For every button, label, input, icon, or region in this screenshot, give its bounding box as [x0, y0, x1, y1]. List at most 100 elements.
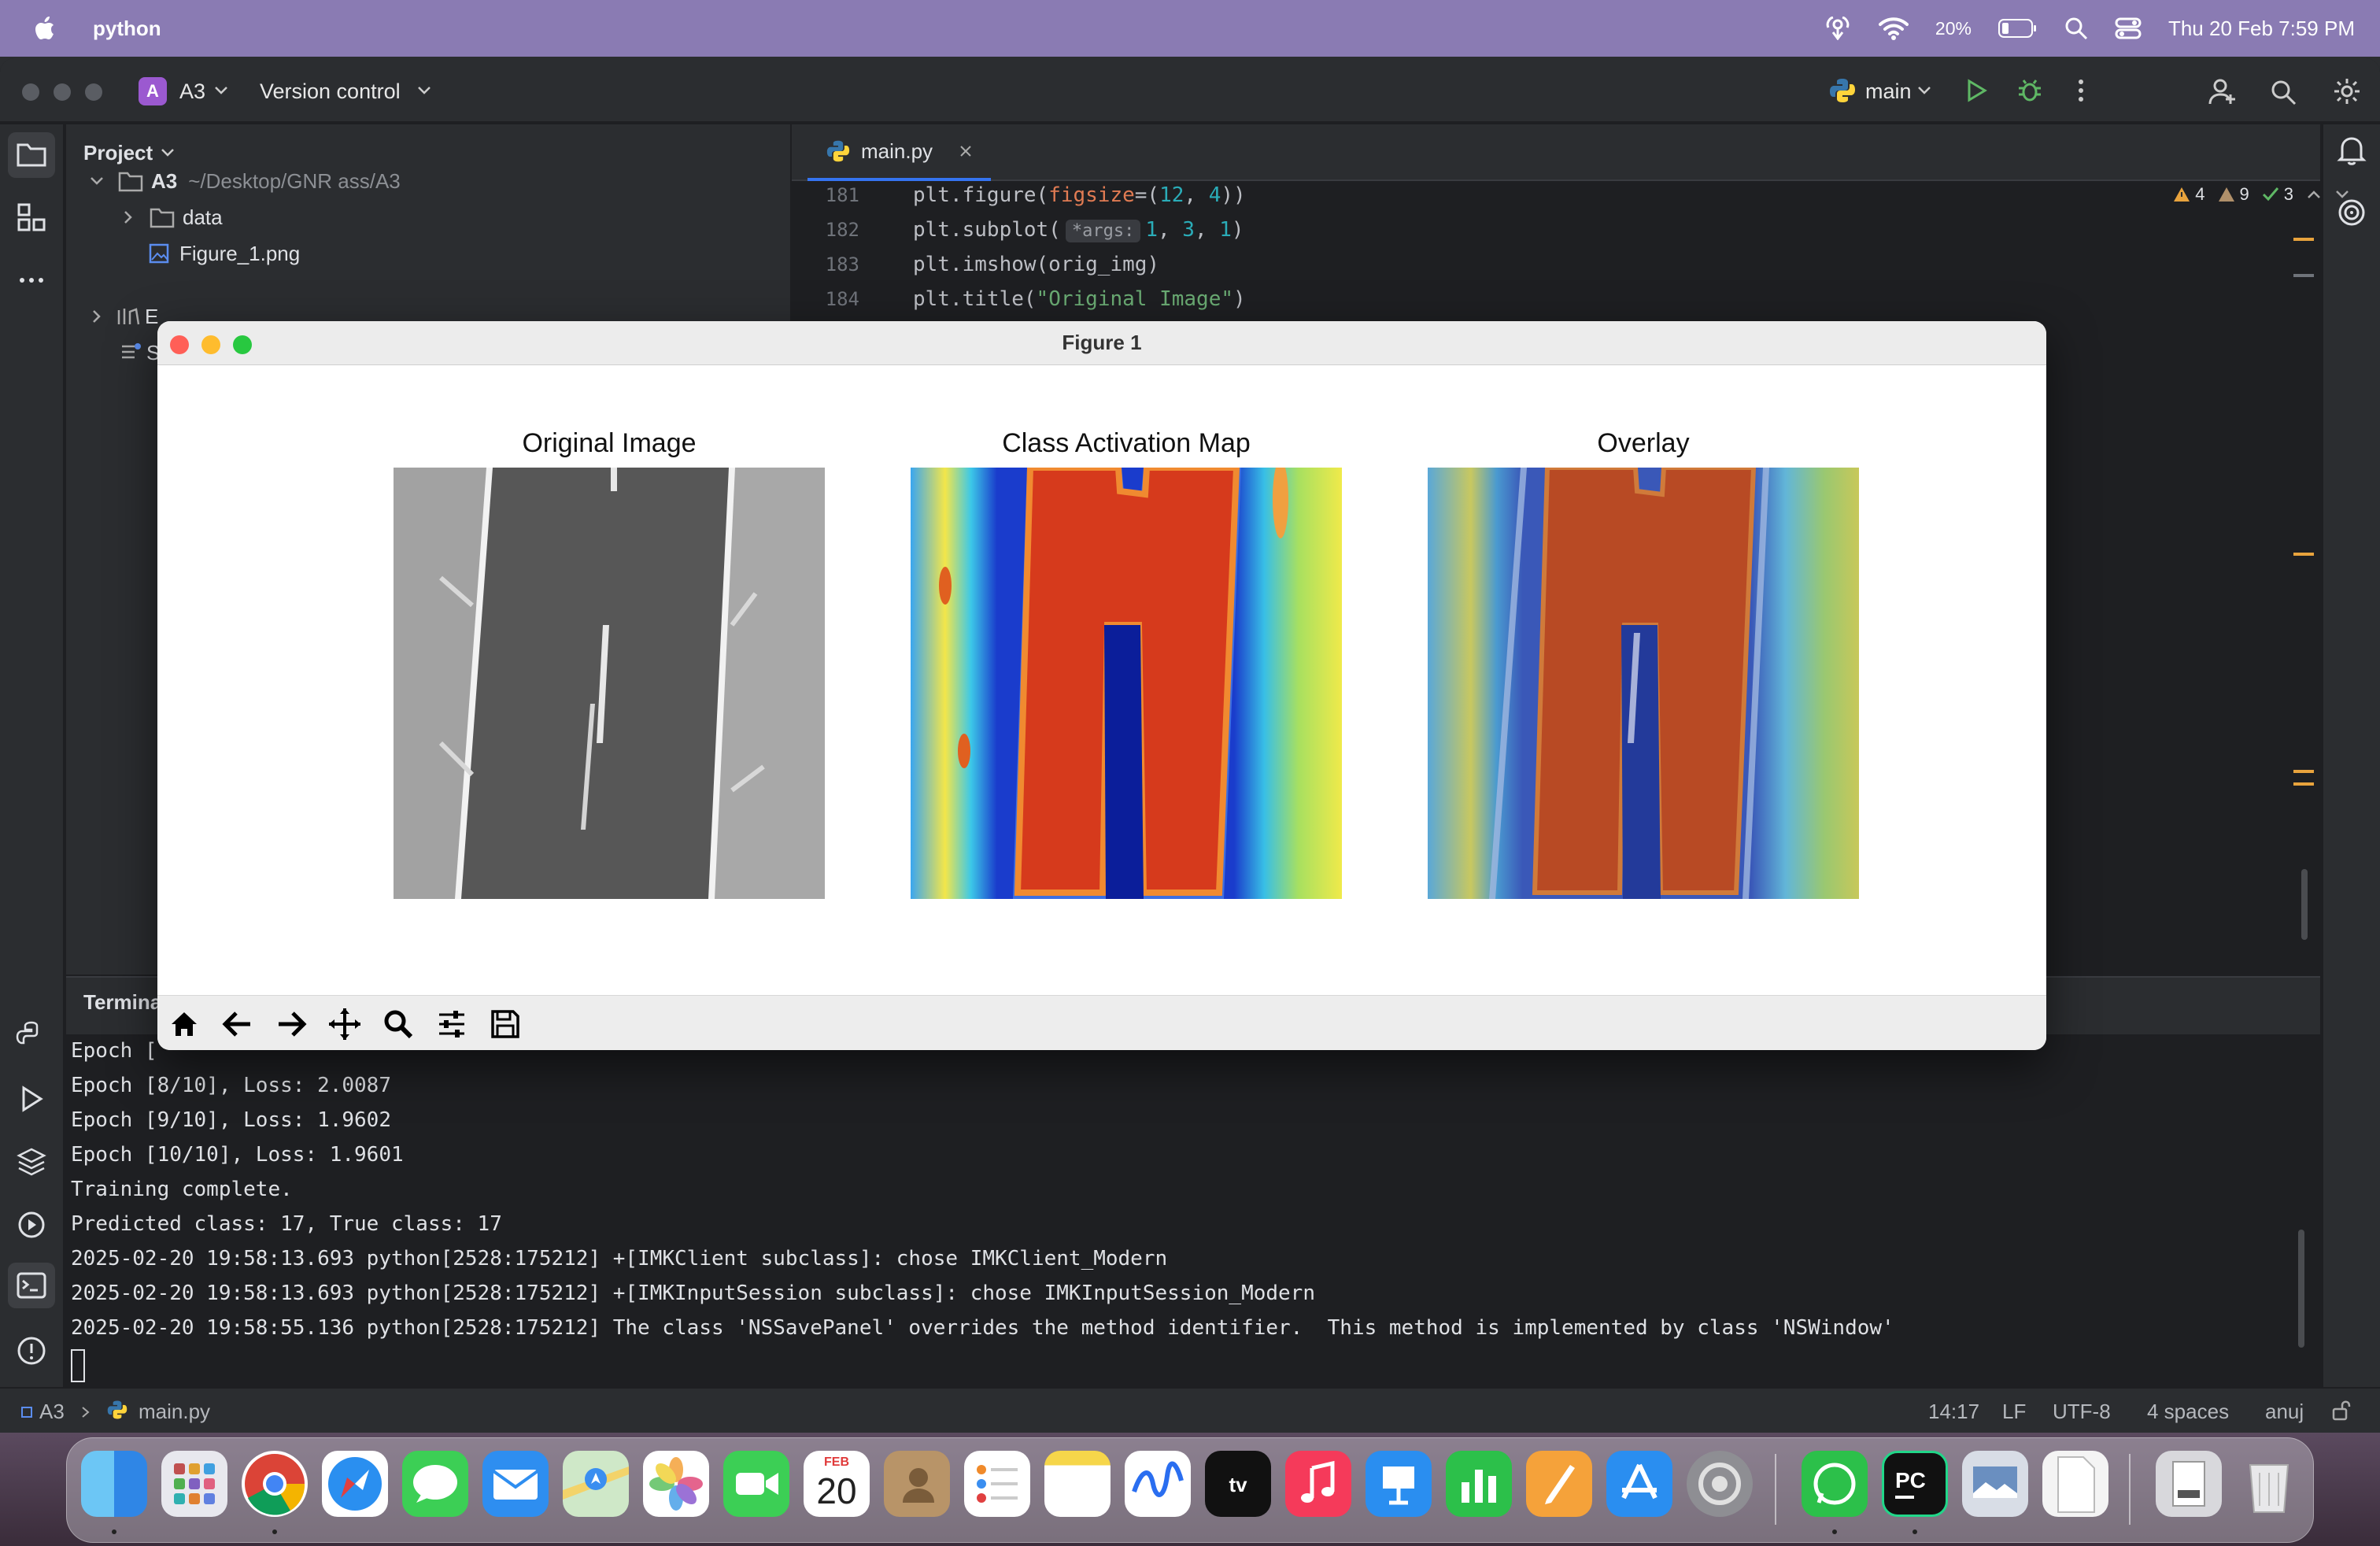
code-line[interactable]: 184 plt.title("Original Image")	[792, 282, 2320, 316]
safari-icon[interactable]	[322, 1451, 388, 1517]
pycharm-icon[interactable]: PC	[1882, 1451, 1948, 1517]
debug-icon[interactable]	[2016, 77, 2043, 104]
gutter-warning-mark[interactable]	[2293, 238, 2314, 241]
project-switcher[interactable]: A3	[179, 76, 205, 107]
inspection-widget[interactable]: 4 9 3	[2173, 184, 2350, 205]
add-user-icon[interactable]	[2208, 77, 2237, 105]
launchpad-icon[interactable]	[161, 1451, 227, 1517]
chevron-down-icon[interactable]	[2334, 189, 2350, 200]
calendar-icon[interactable]: FEB 20	[804, 1451, 870, 1517]
breadcrumb-root[interactable]: A3	[39, 1400, 65, 1424]
downloads-stack-icon[interactable]	[2156, 1451, 2222, 1517]
photos-icon[interactable]	[643, 1451, 709, 1517]
chevron-right-icon[interactable]	[88, 308, 105, 325]
reminders-icon[interactable]	[964, 1451, 1030, 1517]
menu-datetime[interactable]: Thu 20 Feb 7:59 PM	[2168, 17, 2355, 41]
chevron-down-icon[interactable]	[214, 85, 228, 96]
chrome-icon[interactable]	[242, 1451, 308, 1517]
control-center-icon[interactable]	[2115, 17, 2142, 40]
maps-icon[interactable]	[563, 1451, 629, 1517]
chevron-down-icon[interactable]	[1917, 85, 1931, 96]
run-icon[interactable]	[1963, 77, 1990, 104]
notifications-bell-icon[interactable]	[2334, 132, 2369, 167]
caret-position[interactable]: 14:17	[1928, 1400, 1979, 1424]
project-folder-icon[interactable]	[14, 137, 49, 172]
home-icon[interactable]	[162, 1002, 206, 1046]
editor-scrollbar[interactable]	[2301, 869, 2308, 940]
contacts-icon[interactable]	[884, 1451, 950, 1517]
vcs-menu[interactable]: Version control	[260, 76, 401, 107]
music-icon[interactable]	[1285, 1451, 1351, 1517]
code-line[interactable]: 183 plt.imshow(orig_img)	[792, 247, 2320, 282]
code-line[interactable]: 182 plt.subplot(*args: 1, 3, 1)	[792, 213, 2320, 247]
window-zoom-button[interactable]	[85, 83, 102, 101]
file-encoding[interactable]: UTF-8	[2053, 1400, 2111, 1424]
spotlight-search-icon[interactable]	[2064, 17, 2088, 40]
pan-icon[interactable]	[323, 1002, 367, 1046]
freeform-icon[interactable]	[1125, 1451, 1191, 1517]
back-icon[interactable]	[216, 1002, 260, 1046]
apple-icon[interactable]	[30, 13, 61, 44]
keynote-icon[interactable]	[1366, 1451, 1432, 1517]
chevron-up-icon[interactable]	[2306, 189, 2322, 200]
terminal-title[interactable]: Termina	[83, 990, 161, 1015]
battery-icon[interactable]	[1998, 18, 2038, 39]
problems-icon[interactable]	[14, 1333, 49, 1368]
messages-icon[interactable]	[402, 1451, 468, 1517]
settings-gear-icon[interactable]	[2333, 77, 2361, 105]
tree-item-scratches[interactable]: S	[120, 335, 160, 370]
breadcrumb-file[interactable]: main.py	[139, 1400, 210, 1424]
airdrop-icon[interactable]	[1824, 17, 1852, 40]
tree-item-data[interactable]: data	[120, 200, 223, 235]
indent-setting[interactable]: 4 spaces	[2147, 1400, 2229, 1424]
zoom-icon[interactable]	[376, 1002, 420, 1046]
gutter-warning-mark[interactable]	[2293, 782, 2314, 786]
terminal-icon[interactable]	[14, 1268, 49, 1303]
forward-icon[interactable]	[269, 1002, 313, 1046]
wifi-icon[interactable]	[1878, 17, 1909, 40]
services-icon[interactable]	[14, 1208, 49, 1242]
unlock-icon[interactable]	[2330, 1400, 2352, 1422]
gutter-warning-mark[interactable]	[2293, 770, 2314, 773]
system-settings-icon[interactable]	[1687, 1451, 1753, 1517]
terminal-cursor[interactable]	[71, 1349, 85, 1382]
run-config-selector[interactable]: main	[1865, 76, 1912, 107]
menu-app-name[interactable]: python	[93, 17, 161, 41]
numbers-icon[interactable]	[1446, 1451, 1512, 1517]
more-actions-icon[interactable]	[2073, 77, 2089, 104]
run-tool-icon[interactable]	[14, 1082, 49, 1116]
gutter-warning-mark[interactable]	[2293, 553, 2314, 556]
save-icon[interactable]	[483, 1002, 527, 1046]
interpreter-user[interactable]: anuj	[2265, 1400, 2304, 1424]
window-close-button[interactable]	[22, 83, 39, 101]
search-everywhere-icon[interactable]	[2270, 79, 2297, 105]
chevron-down-icon[interactable]	[417, 85, 431, 96]
tree-root[interactable]: A3 ~/Desktop/GNR ass/A3	[88, 164, 401, 198]
window-minimize-button[interactable]	[54, 83, 71, 101]
project-badge[interactable]: A	[139, 77, 167, 105]
pages-icon[interactable]	[1526, 1451, 1592, 1517]
gutter-mark[interactable]	[2293, 274, 2314, 277]
layers-icon[interactable]	[14, 1145, 49, 1179]
document-icon[interactable]	[2042, 1451, 2108, 1517]
tv-icon[interactable]: tv	[1205, 1451, 1271, 1517]
code-line[interactable]: 181 plt.figure(figsize=(12, 4))	[792, 178, 2320, 213]
tree-item-figure[interactable]: Figure_1.png	[148, 236, 300, 271]
more-tools-icon[interactable]	[14, 263, 49, 298]
notes-icon[interactable]	[1044, 1451, 1111, 1517]
chevron-down-icon[interactable]	[161, 147, 175, 158]
tab-main-py[interactable]: main.py	[808, 124, 992, 181]
terminal-scrollbar[interactable]	[2298, 1230, 2304, 1348]
mail-icon[interactable]	[482, 1451, 549, 1517]
app-store-icon[interactable]	[1606, 1451, 1672, 1517]
configure-icon[interactable]	[430, 1002, 474, 1046]
tree-item-external[interactable]: E	[88, 299, 158, 334]
trash-icon[interactable]	[2236, 1451, 2302, 1517]
chevron-right-icon[interactable]	[120, 209, 137, 226]
line-separator[interactable]: LF	[2002, 1400, 2026, 1424]
preview-icon[interactable]	[1962, 1451, 2028, 1517]
structure-icon[interactable]	[14, 200, 49, 235]
chevron-down-icon[interactable]	[88, 172, 105, 190]
python-console-icon[interactable]	[14, 1019, 49, 1053]
whatsapp-icon[interactable]	[1802, 1451, 1868, 1517]
